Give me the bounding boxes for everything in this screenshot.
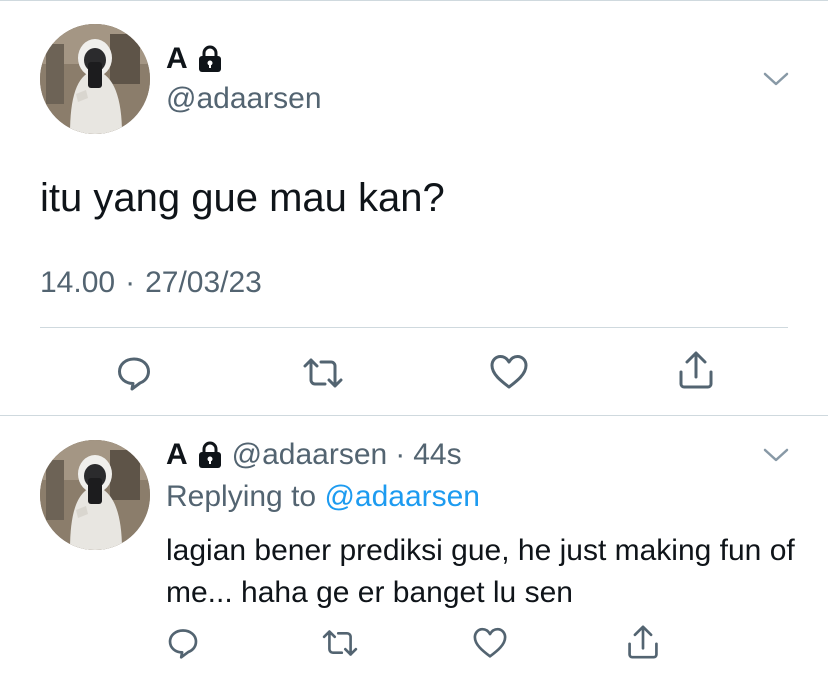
share-button[interactable] <box>677 350 715 390</box>
lock-icon <box>196 440 224 470</box>
tweet-text: lagian bener prediksi gue, he just makin… <box>166 534 795 609</box>
retweet-button[interactable] <box>301 356 345 390</box>
divider <box>40 327 788 328</box>
heart-icon <box>490 355 528 389</box>
like-button[interactable] <box>489 354 529 390</box>
lock-icon <box>196 44 224 74</box>
share-icon <box>628 625 658 659</box>
main-tweet: A @adaarsen itu yang gue mau kan? 14.00 … <box>0 0 828 416</box>
share-icon <box>679 351 713 389</box>
tweet-time: 14.00 <box>40 266 116 299</box>
avatar[interactable] <box>40 24 150 134</box>
comment-icon <box>118 357 150 391</box>
tweet-date: 27/03/23 <box>145 266 262 299</box>
like-button[interactable] <box>472 627 508 659</box>
tweet-age[interactable]: 44s <box>413 438 461 472</box>
avatar-image <box>40 440 150 550</box>
handle[interactable]: @adaarsen <box>232 438 388 472</box>
heart-icon <box>473 627 507 658</box>
mention-link[interactable]: @adaarsen <box>324 480 480 513</box>
section-divider <box>0 415 828 416</box>
display-name[interactable]: A <box>166 438 188 472</box>
avatar[interactable] <box>40 440 150 550</box>
chevron-down-icon[interactable] <box>762 446 790 464</box>
handle[interactable]: @adaarsen <box>166 82 322 116</box>
replying-prefix: Replying to <box>166 480 317 513</box>
retweet-button[interactable] <box>320 628 360 658</box>
replying-to: Replying to @adaarsen <box>166 480 480 514</box>
comment-icon <box>168 629 198 659</box>
retweet-icon <box>303 358 343 388</box>
retweet-icon <box>322 630 358 656</box>
display-name[interactable]: A <box>166 42 188 76</box>
share-button[interactable] <box>626 624 660 660</box>
tweet-text: itu yang gue mau kan? <box>40 176 445 220</box>
avatar-image <box>40 24 150 134</box>
reply-button[interactable] <box>115 354 153 392</box>
timestamp-separator: · <box>125 266 136 299</box>
chevron-down-icon[interactable] <box>762 70 790 88</box>
separator: · <box>395 438 406 471</box>
reply-button[interactable] <box>166 626 200 660</box>
timestamp[interactable]: 14.00 · 27/03/23 <box>40 266 262 300</box>
